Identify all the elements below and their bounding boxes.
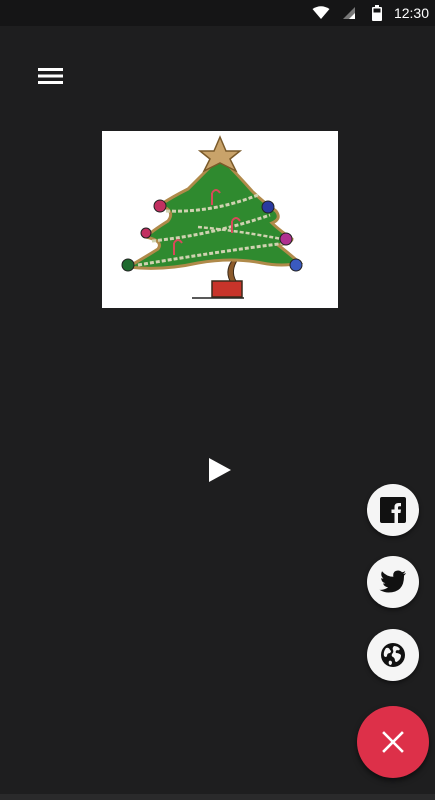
menu-button[interactable]: [30, 60, 70, 92]
facebook-share-button[interactable]: [367, 484, 419, 536]
bottom-strip: [0, 794, 435, 800]
hamburger-menu-icon: [38, 68, 63, 84]
close-fab-button[interactable]: [357, 706, 429, 778]
signal-icon: [343, 7, 355, 19]
battery-icon: [372, 5, 382, 21]
website-button[interactable]: [367, 629, 419, 681]
play-button[interactable]: [200, 450, 240, 490]
wifi-icon: [312, 6, 330, 19]
twitter-share-button[interactable]: [367, 556, 419, 608]
album-artwork: [102, 131, 338, 308]
status-bar: 12:30: [0, 0, 435, 26]
facebook-icon: [380, 497, 406, 523]
christmas-tree-drawing: [121, 135, 304, 299]
globe-icon: [381, 643, 405, 667]
status-time: 12:30: [393, 5, 429, 21]
app-screen: 12:30: [0, 0, 435, 800]
play-icon: [209, 458, 231, 482]
twitter-icon: [379, 570, 406, 593]
close-icon: [382, 731, 404, 753]
